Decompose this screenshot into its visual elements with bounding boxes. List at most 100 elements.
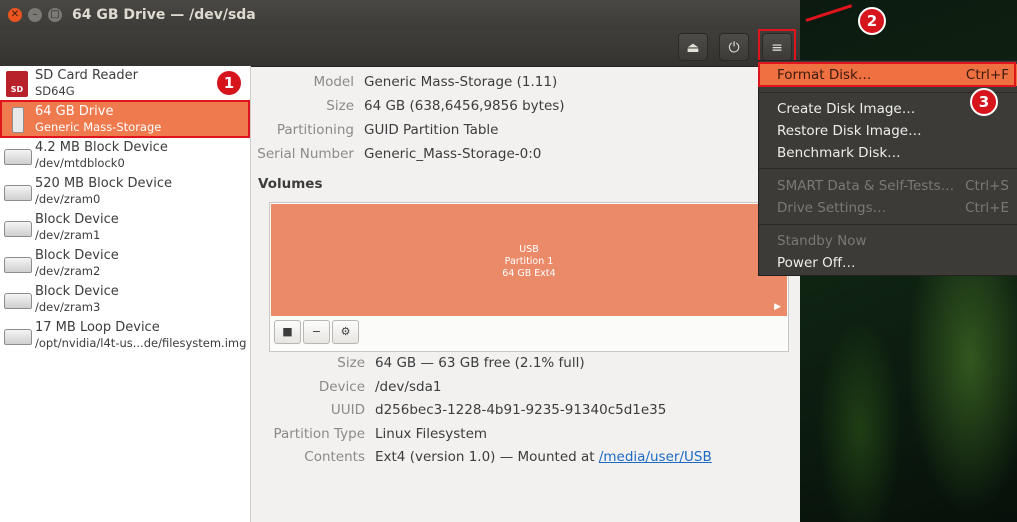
power-off-button[interactable]: ⏻ — [719, 33, 749, 61]
disk-icon — [4, 293, 32, 309]
device-item-zram0[interactable]: 520 MB Block Device /dev/zram0 — [0, 174, 250, 210]
disk-icon — [4, 221, 32, 237]
disk-icon — [4, 185, 32, 201]
menu-item-standby-now: Standby Now — [759, 230, 1017, 252]
eject-icon: ⏏ — [686, 40, 700, 56]
device-name: Block Device — [35, 284, 119, 299]
close-icon[interactable]: ✕ — [8, 8, 22, 22]
device-item-zram2[interactable]: Block Device /dev/zram2 — [0, 246, 250, 282]
mount-point-link[interactable]: /media/user/USB — [599, 449, 712, 465]
partition-type-label: Partition Type — [273, 426, 365, 442]
device-value: /dev/sda1 — [375, 379, 442, 395]
disk-icon — [4, 149, 32, 165]
device-name: 64 GB Drive — [35, 104, 114, 119]
size-value: 64 GB (638,6456,9856 bytes) — [364, 98, 565, 114]
delete-partition-button[interactable]: − — [303, 320, 330, 344]
disk-icon — [4, 257, 32, 273]
device-subtitle: /dev/zram2 — [35, 264, 101, 278]
partitioning-value: GUID Partition Table — [364, 122, 499, 138]
gears-icon: ⚙ — [340, 325, 351, 338]
size-label: Size — [326, 98, 354, 114]
menu-item-label: Restore Disk Image… — [777, 123, 922, 139]
disks-window: ✕ – □ 64 GB Drive — /dev/sda ⏏ ⏻ ≡ SD SD… — [0, 0, 800, 522]
device-name: Block Device — [35, 212, 119, 227]
menu-item-power-off[interactable]: Power Off… — [759, 252, 1017, 274]
device-subtitle: /opt/nvidia/l4t-us...de/filesystem.img — [35, 336, 247, 350]
serial-number-label: Serial Number — [257, 146, 354, 162]
menu-item-format-disk[interactable]: Format Disk… Ctrl+F — [759, 64, 1017, 86]
contents-value: Ext4 (version 1.0) — Mounted at /media/u… — [375, 449, 712, 465]
model-label: Model — [313, 74, 354, 90]
disk-icon — [4, 329, 32, 345]
device-item-mtdblock0[interactable]: 4.2 MB Block Device /dev/mtdblock0 — [0, 138, 250, 174]
device-subtitle: /dev/zram1 — [35, 228, 101, 242]
volume-size-label: Size — [337, 355, 365, 371]
volume-size-value: 64 GB — 63 GB free (2.1% full) — [375, 355, 585, 371]
device-item-64gb-drive[interactable]: 64 GB Drive Generic Mass-Storage — [0, 102, 250, 138]
device-subtitle: Generic Mass-Storage — [35, 120, 162, 134]
window-title: 64 GB Drive — /dev/sda — [72, 7, 256, 23]
menu-separator — [759, 168, 1017, 169]
menu-item-smart-data: SMART Data & Self-Tests… Ctrl+S — [759, 175, 1017, 197]
device-name: SD Card Reader — [35, 68, 138, 83]
menu-separator — [759, 224, 1017, 225]
menu-item-drive-settings: Drive Settings… Ctrl+E — [759, 197, 1017, 219]
annotation-badge-3: 3 — [970, 88, 998, 116]
annotation-badge-2: 2 — [858, 7, 886, 35]
menu-item-benchmark-disk[interactable]: Benchmark Disk… — [759, 142, 1017, 164]
menu-shortcut: Ctrl+F — [965, 67, 1009, 83]
serial-number-value: Generic_Mass-Storage-0:0 — [364, 146, 542, 162]
contents-label: Contents — [304, 449, 365, 465]
device-item-loop-device[interactable]: 17 MB Loop Device /opt/nvidia/l4t-us...d… — [0, 318, 250, 354]
hamburger-menu-icon: ≡ — [771, 40, 783, 56]
partition-options-button[interactable]: ⚙ — [332, 320, 359, 344]
menu-item-label: SMART Data & Self-Tests… — [777, 178, 955, 194]
device-subtitle: /dev/mtdblock0 — [35, 156, 125, 170]
uuid-label: UUID — [330, 402, 365, 418]
drive-details-pane: Model Generic Mass-Storage (1.11) Size 6… — [251, 66, 800, 522]
header-toolbar: ⏏ ⏻ ≡ — [0, 30, 800, 67]
device-subtitle: /dev/zram3 — [35, 300, 101, 314]
menu-item-label: Drive Settings… — [777, 200, 887, 216]
minimize-icon[interactable]: – — [28, 8, 42, 22]
device-name: 17 MB Loop Device — [35, 320, 160, 335]
volume-toolbar: ■ − ⚙ — [274, 320, 361, 344]
volumes-heading: Volumes — [258, 176, 323, 192]
menu-shortcut: Ctrl+S — [965, 178, 1009, 194]
menu-shortcut: Ctrl+E — [965, 200, 1009, 216]
menu-item-label: Benchmark Disk… — [777, 145, 901, 161]
device-subtitle: SD64G — [35, 84, 75, 98]
device-item-sd-card-reader[interactable]: SD SD Card Reader SD64G — [0, 66, 250, 102]
volumes-graphic: USB Partition 1 64 GB Ext4 ▶ ■ − ⚙ — [269, 202, 789, 352]
annotation-badge-1: 1 — [215, 69, 243, 97]
menu-item-label: Format Disk… — [777, 67, 872, 83]
device-list: SD SD Card Reader SD64G 64 GB Drive Gene… — [0, 66, 251, 522]
usb-drive-icon — [12, 107, 24, 133]
model-value: Generic Mass-Storage (1.11) — [364, 74, 558, 90]
partition-label: USB — [519, 244, 539, 255]
partition-type-value: Linux Filesystem — [375, 426, 488, 442]
eject-button[interactable]: ⏏ — [678, 33, 708, 61]
menu-item-restore-disk-image[interactable]: Restore Disk Image… — [759, 120, 1017, 142]
partition-block[interactable]: USB Partition 1 64 GB Ext4 ▶ — [271, 204, 787, 316]
menu-item-label: Power Off… — [777, 255, 856, 271]
minus-icon: − — [311, 325, 322, 338]
partitioning-label: Partitioning — [276, 122, 354, 138]
device-name: 4.2 MB Block Device — [35, 140, 168, 155]
sd-card-icon: SD — [6, 71, 28, 97]
maximize-icon[interactable]: □ — [48, 8, 62, 22]
uuid-value: d256bec3-1228-4b91-9235-91340c5d1e35 — [375, 402, 667, 418]
stop-icon: ■ — [282, 325, 293, 338]
drive-menu-button[interactable]: ≡ — [762, 33, 792, 61]
device-item-zram1[interactable]: Block Device /dev/zram1 — [0, 210, 250, 246]
device-item-zram3[interactable]: Block Device /dev/zram3 — [0, 282, 250, 318]
play-icon: ▶ — [774, 302, 781, 312]
device-label: Device — [318, 379, 365, 395]
partition-size-type: 64 GB Ext4 — [502, 268, 556, 279]
device-name: Block Device — [35, 248, 119, 263]
menu-item-label: Standby Now — [777, 233, 867, 249]
partition-number: Partition 1 — [504, 256, 554, 267]
menu-item-label: Create Disk Image… — [777, 101, 916, 117]
unmount-button[interactable]: ■ — [274, 320, 301, 344]
title-bar: ✕ – □ 64 GB Drive — /dev/sda — [0, 0, 800, 30]
